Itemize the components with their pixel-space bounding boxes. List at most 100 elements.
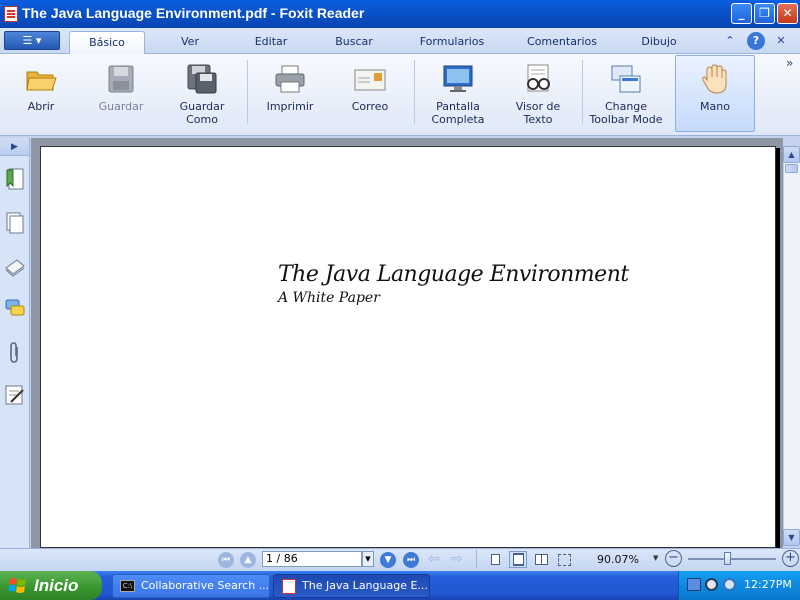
tab-ver[interactable]: Ver: [160, 31, 220, 54]
forward-view-icon[interactable]: ⇨: [451, 551, 463, 567]
zoom-in-button[interactable]: +: [782, 550, 799, 567]
foxit-app-icon[interactable]: [4, 6, 18, 22]
zoom-level[interactable]: 90.07%: [597, 553, 639, 566]
ribbon-toolbar: Abrir Guardar Guardar Como Imprimir Corr…: [0, 54, 800, 136]
layers-icon[interactable]: [5, 256, 25, 278]
app-menu-icon: ☰ ▾: [22, 34, 42, 47]
vertical-scrollbar[interactable]: [783, 146, 800, 546]
foxit-icon: [282, 579, 296, 594]
zoom-slider-thumb[interactable]: [724, 552, 731, 565]
comments-icon[interactable]: [5, 298, 25, 320]
save-icon: [108, 65, 134, 93]
continuous-facing-icon: [558, 554, 571, 566]
continuous-facing-view-button[interactable]: [555, 551, 573, 568]
hand-tool-button[interactable]: Mano: [675, 55, 755, 132]
security-icon[interactable]: [723, 578, 736, 591]
save-button[interactable]: Guardar: [84, 56, 158, 132]
taskbar-item-foxit[interactable]: The Java Language E...: [273, 574, 430, 598]
pages-icon[interactable]: [5, 212, 25, 234]
print-label: Imprimir: [266, 100, 314, 113]
ribbon-separator: [247, 60, 248, 124]
title-bar[interactable]: The Java Language Environment.pdf - Foxi…: [0, 0, 800, 28]
taskbar-item-label: Collaborative Search ...: [141, 579, 270, 592]
help-button[interactable]: ?: [747, 32, 765, 50]
scroll-down-button[interactable]: ▼: [783, 529, 800, 546]
close-document-button[interactable]: ✕: [772, 32, 790, 50]
taskbar-clock[interactable]: 12:27PM: [744, 578, 792, 591]
app-menu-button[interactable]: ☰ ▾: [4, 31, 60, 50]
last-page-button[interactable]: ⏭: [403, 552, 419, 568]
back-view-icon[interactable]: ⇦: [428, 551, 440, 567]
print-button[interactable]: Imprimir: [252, 56, 328, 132]
ribbon-separator: [414, 60, 415, 124]
fullscreen-icon: [443, 65, 473, 92]
mail-icon: [354, 69, 386, 91]
page-number-input[interactable]: 1 / 86: [262, 551, 362, 567]
collapse-ribbon-button[interactable]: ⌃: [721, 32, 739, 50]
windows-logo-icon: [9, 578, 26, 593]
fullscreen-label-line2: Completa: [431, 113, 485, 126]
hand-icon: [702, 64, 727, 94]
document-title: The Java Language Environment: [278, 262, 629, 287]
open-label: Abrir: [27, 100, 55, 113]
first-page-button[interactable]: ⏮: [218, 552, 234, 568]
tab-formularios[interactable]: Formularios: [412, 31, 492, 54]
save-as-button[interactable]: Guardar Como: [164, 56, 240, 132]
continuous-page-icon: [513, 553, 524, 566]
save-as-label-line1: Guardar: [179, 100, 225, 113]
expand-panel-button[interactable]: ▶: [0, 138, 29, 156]
text-viewer-label-line2: Texto: [523, 113, 553, 126]
attachments-icon[interactable]: [5, 342, 25, 364]
continuous-view-button[interactable]: [509, 551, 527, 568]
text-viewer-button[interactable]: Visor de Texto: [500, 56, 576, 132]
tab-editar[interactable]: Editar: [240, 31, 302, 54]
single-page-view-button[interactable]: [486, 551, 504, 568]
printer-icon: [275, 65, 305, 93]
facing-view-button[interactable]: [532, 551, 550, 568]
text-viewer-icon: [527, 64, 550, 92]
close-button[interactable]: ✕: [777, 3, 798, 24]
facing-page-icon: [535, 554, 548, 565]
save-label: Guardar: [98, 100, 144, 113]
minimize-button[interactable]: _: [731, 3, 752, 24]
ribbon-separator: [582, 60, 583, 124]
status-separator: [476, 550, 477, 568]
text-viewer-label-line1: Visor de: [515, 100, 561, 113]
scroll-up-button[interactable]: ▲: [783, 146, 800, 163]
hand-label: Mano: [700, 100, 730, 113]
change-toolbar-mode-button[interactable]: Change Toolbar Mode: [586, 56, 666, 132]
signature-icon[interactable]: [5, 384, 25, 406]
change-toolbar-mode-label-line1: Change: [604, 100, 648, 113]
network-icon[interactable]: [687, 578, 701, 591]
taskbar-item-collaborative-search[interactable]: C:\ Collaborative Search ...: [112, 574, 270, 598]
previous-page-button[interactable]: ▲: [240, 552, 256, 568]
tab-basico[interactable]: Básico: [69, 31, 145, 54]
tab-comentarios[interactable]: Comentarios: [520, 31, 604, 54]
toolbar-mode-icon: [611, 65, 641, 93]
next-page-button[interactable]: ▼: [380, 552, 396, 568]
ribbon-tab-bar: ☰ ▾ Básico Ver Editar Buscar Formularios…: [0, 28, 800, 54]
cmd-icon: C:\: [120, 580, 135, 592]
zoom-slider-track[interactable]: [688, 558, 776, 560]
zoom-dropdown-button[interactable]: ▼: [653, 554, 658, 562]
pdf-page[interactable]: [40, 146, 776, 548]
page-dropdown-button[interactable]: ▼: [362, 551, 374, 567]
window-title: The Java Language Environment.pdf - Foxi…: [22, 5, 365, 21]
mail-label: Correo: [351, 100, 389, 113]
open-button[interactable]: Abrir: [4, 56, 78, 132]
mail-button[interactable]: Correo: [332, 56, 408, 132]
fullscreen-button[interactable]: Pantalla Completa: [420, 56, 496, 132]
navigation-panel-bar: ▶: [0, 138, 30, 548]
tab-buscar[interactable]: Buscar: [322, 31, 386, 54]
maximize-button[interactable]: ❐: [754, 3, 775, 24]
folder-open-icon: [26, 71, 57, 91]
scroll-thumb[interactable]: [785, 164, 798, 173]
save-as-icon: [187, 64, 217, 94]
change-toolbar-mode-label-line2: Toolbar Mode: [589, 113, 663, 126]
ribbon-overflow-button[interactable]: »: [786, 56, 793, 70]
document-subtitle: A White Paper: [278, 290, 380, 306]
tab-dibujo[interactable]: Dibujo: [632, 31, 686, 54]
volume-icon[interactable]: [705, 578, 718, 591]
zoom-out-button[interactable]: −: [665, 550, 682, 567]
bookmarks-icon[interactable]: [5, 168, 25, 190]
